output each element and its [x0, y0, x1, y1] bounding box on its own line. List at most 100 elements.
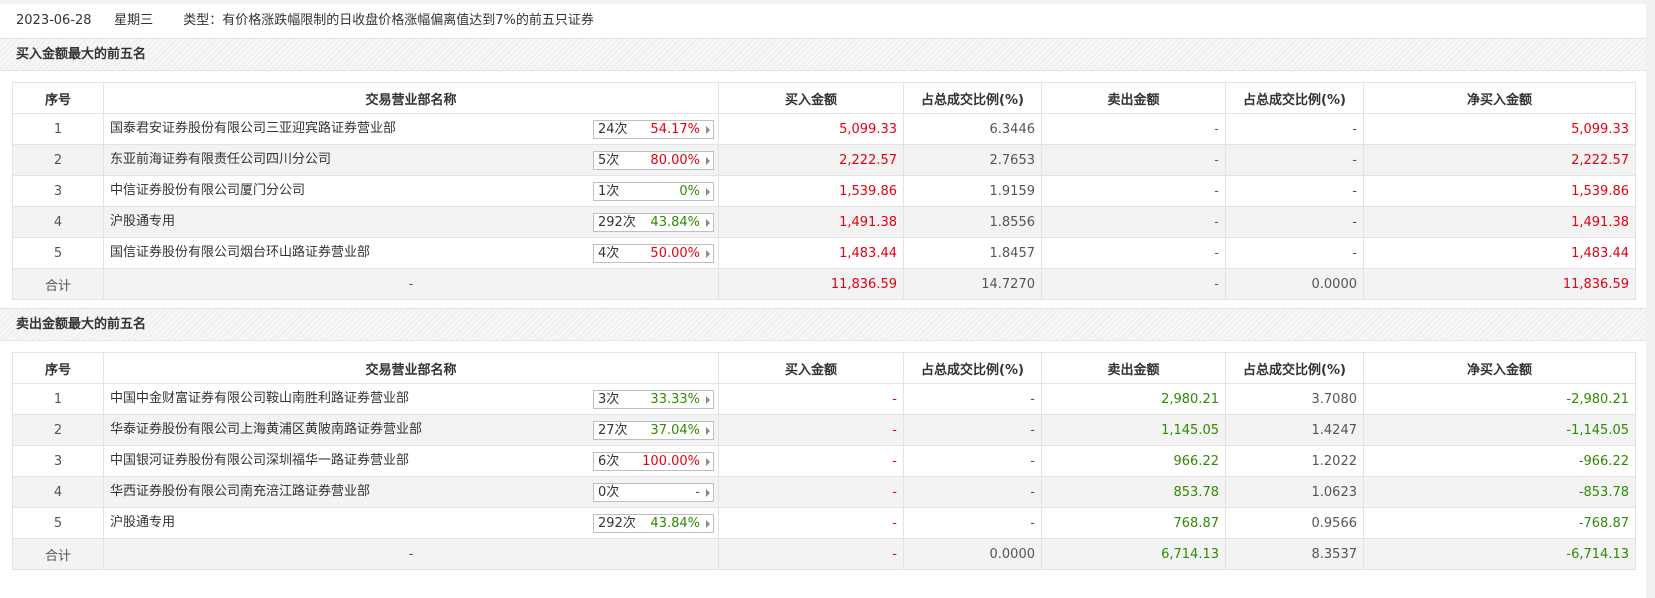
net-amount: -2,980.21	[1363, 383, 1636, 415]
col-header-index: 序号	[12, 352, 104, 384]
buy-amount: 5,099.33	[718, 113, 904, 145]
total-buy: 11,836.59	[718, 268, 904, 300]
dept-cell: 华泰证券股份有限公司上海黄浦区黄陂南路证券营业部 27次 37.04%	[103, 414, 719, 446]
sell-ratio: 1.2022	[1225, 445, 1364, 477]
table-row: 4 华西证券股份有限公司南充涪江路证券营业部 0次 - - -853.78 1.0623 -8…	[12, 476, 1636, 508]
net-amount: 1,539.86	[1363, 175, 1636, 207]
table-row: 3 中国银河证券股份有限公司深圳福华一路证券营业部 6次 100.00% - -966.2…	[12, 445, 1636, 477]
total-buy: -	[718, 538, 904, 570]
chevron-right-icon	[706, 396, 710, 404]
total-sell: 6,714.13	[1041, 538, 1226, 570]
sell-ratio: -	[1225, 237, 1364, 269]
buy-ratio: -	[903, 445, 1042, 477]
sell-amount: -	[1041, 144, 1226, 176]
buy-amount: -	[718, 507, 904, 539]
dept-stats-badge[interactable]: 24次 54.17%	[593, 120, 714, 139]
dept-name-link[interactable]: 中信证券股份有限公司厦门分公司	[110, 177, 305, 206]
dept-stats-badge[interactable]: 5次 80.00%	[593, 151, 714, 170]
buy-ratio: -	[903, 476, 1042, 508]
dept-name-link[interactable]: 华西证券股份有限公司南充涪江路证券营业部	[110, 478, 370, 507]
table-row: 3 中信证券股份有限公司厦门分公司 1次 0% 1,539.86 1.9159- -1,53…	[12, 175, 1636, 207]
buy-top5-table: 序号 交易营业部名称 买入金额 占总成交比例(%) 卖出金额 占总成交比例(%)…	[12, 82, 1636, 300]
sell-amount: 966.22	[1041, 445, 1226, 477]
total-buy-ratio: 0.0000	[903, 538, 1042, 570]
row-index: 3	[12, 445, 104, 477]
sell-ratio: 1.0623	[1225, 476, 1364, 508]
buy-ratio: 1.8556	[903, 206, 1042, 238]
lhb-page: 2023-06-28 星期三 类型：有价格涨跌幅限制的日收盘价格涨幅偏离值达到7…	[0, 0, 1646, 598]
sell-section-title: 卖出金额最大的前五名	[0, 308, 1646, 341]
sell-amount: 2,980.21	[1041, 383, 1226, 415]
dept-name-link[interactable]: 华泰证券股份有限公司上海黄浦区黄陂南路证券营业部	[110, 416, 422, 445]
dept-stats-badge[interactable]: 6次 100.00%	[593, 452, 714, 471]
row-index: 2	[12, 414, 104, 446]
sell-table-body: 1 中国中金财富证券有限公司鞍山南胜利路证券营业部 3次 33.33% - -2,980.…	[12, 383, 1636, 570]
dept-cell: 国信证券股份有限公司烟台环山路证券营业部 4次 50.00%	[103, 237, 719, 269]
buy-amount: -	[718, 414, 904, 446]
dept-name-link[interactable]: 沪股通专用	[110, 208, 175, 237]
net-amount: -966.22	[1363, 445, 1636, 477]
col-header-sell-ratio: 占总成交比例(%)	[1225, 82, 1364, 114]
table-header-row: 序号 交易营业部名称 买入金额 占总成交比例(%) 卖出金额 占总成交比例(%)…	[12, 352, 1636, 384]
dept-stats-badge[interactable]: 27次 37.04%	[593, 421, 714, 440]
buy-ratio: -	[903, 414, 1042, 446]
buy-ratio: -	[903, 507, 1042, 539]
sell-ratio: -	[1225, 144, 1364, 176]
sell-ratio: -	[1225, 113, 1364, 145]
sell-amount: 768.87	[1041, 507, 1226, 539]
col-header-buy: 买入金额	[718, 352, 904, 384]
buy-table-body: 1 国泰君安证券股份有限公司三亚迎宾路证券营业部 24次 54.17% 5,099.33…	[12, 113, 1636, 300]
dept-stats-badge[interactable]: 1次 0%	[593, 182, 714, 201]
dept-name-link[interactable]: 沪股通专用	[110, 509, 175, 538]
dept-stats-badge[interactable]: 3次 33.33%	[593, 390, 714, 409]
dept-name-link[interactable]: 中国中金财富证券有限公司鞍山南胜利路证券营业部	[110, 385, 409, 414]
dept-name-link[interactable]: 国泰君安证券股份有限公司三亚迎宾路证券营业部	[110, 115, 396, 144]
dept-cell: 东亚前海证券有限责任公司四川分公司 5次 80.00%	[103, 144, 719, 176]
dept-cell: 沪股通专用 292次 43.84%	[103, 206, 719, 238]
table-row: 2 华泰证券股份有限公司上海黄浦区黄陂南路证券营业部 27次 37.04% - -1,14…	[12, 414, 1636, 446]
dept-win-rate: 0%	[679, 184, 700, 199]
total-net: 11,836.59	[1363, 268, 1636, 300]
chevron-right-icon	[706, 427, 710, 435]
chevron-right-icon	[706, 250, 710, 258]
row-index: 5	[12, 507, 104, 539]
dept-stats-badge[interactable]: 292次 43.84%	[593, 213, 714, 232]
buy-amount: -	[718, 476, 904, 508]
chevron-right-icon	[706, 126, 710, 134]
dept-stats-badge[interactable]: 292次 43.84%	[593, 514, 714, 533]
total-label: 合计	[12, 538, 104, 570]
dept-count: 0次	[598, 485, 620, 500]
dept-cell: 华西证券股份有限公司南充涪江路证券营业部 0次 -	[103, 476, 719, 508]
page-scrollbar[interactable]	[1646, 0, 1655, 598]
net-amount: 1,483.44	[1363, 237, 1636, 269]
col-header-dept: 交易营业部名称	[103, 352, 719, 384]
dept-stats-badge[interactable]: 4次 50.00%	[593, 244, 714, 263]
col-header-sell: 卖出金额	[1041, 352, 1226, 384]
sell-ratio: 3.7080	[1225, 383, 1364, 415]
total-sell-ratio: 0.0000	[1225, 268, 1364, 300]
dept-name-link[interactable]: 东亚前海证券有限责任公司四川分公司	[110, 146, 331, 175]
total-row: 合计 - -0.0000 6,714.13 8.3537 -6,714.13	[12, 538, 1636, 570]
chevron-right-icon	[706, 219, 710, 227]
buy-ratio: 1.8457	[903, 237, 1042, 269]
sell-amount: -	[1041, 206, 1226, 238]
dept-name-link[interactable]: 中国银河证券股份有限公司深圳福华一路证券营业部	[110, 447, 409, 476]
dept-name-link[interactable]: 国信证券股份有限公司烟台环山路证券营业部	[110, 239, 370, 268]
col-header-index: 序号	[12, 82, 104, 114]
total-label: 合计	[12, 268, 104, 300]
dept-count: 4次	[598, 246, 620, 261]
dept-cell: 中国中金财富证券有限公司鞍山南胜利路证券营业部 3次 33.33%	[103, 383, 719, 415]
total-buy-ratio: 14.7270	[903, 268, 1042, 300]
col-header-buy-ratio: 占总成交比例(%)	[903, 352, 1042, 384]
sell-ratio: 1.4247	[1225, 414, 1364, 446]
dept-cell: 沪股通专用 292次 43.84%	[103, 507, 719, 539]
sell-amount: -	[1041, 237, 1226, 269]
net-amount: -1,145.05	[1363, 414, 1636, 446]
dept-stats-badge[interactable]: 0次 -	[593, 483, 714, 502]
sell-amount: -	[1041, 113, 1226, 145]
dept-win-rate: 80.00%	[650, 153, 700, 168]
dept-win-rate: 43.84%	[650, 516, 700, 531]
dept-cell: 国泰君安证券股份有限公司三亚迎宾路证券营业部 24次 54.17%	[103, 113, 719, 145]
dept-count: 6次	[598, 454, 620, 469]
net-amount: -853.78	[1363, 476, 1636, 508]
